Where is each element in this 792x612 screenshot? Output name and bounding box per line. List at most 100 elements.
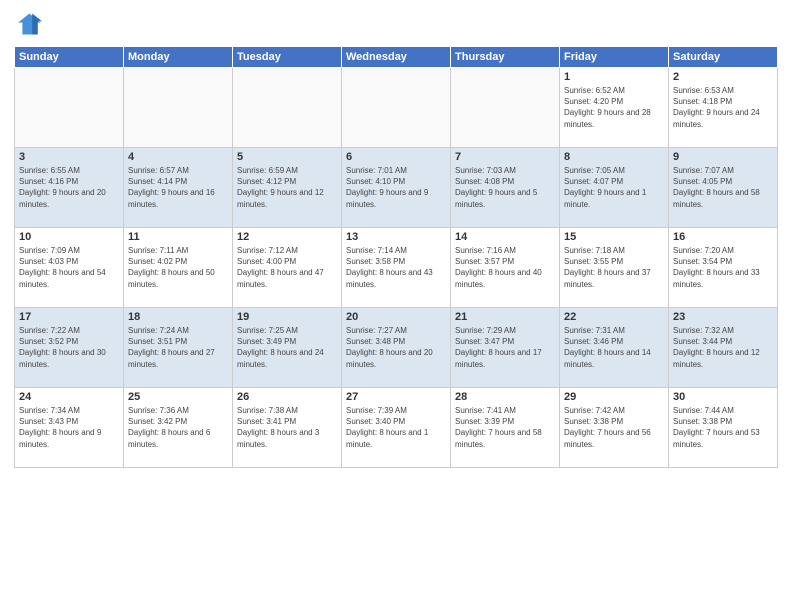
day-number: 1 xyxy=(564,71,664,83)
calendar-cell: 5 Sunrise: 6:59 AM Sunset: 4:12 PM Daylig… xyxy=(233,148,342,228)
day-info: Sunrise: 7:44 AM Sunset: 3:38 PM Dayligh… xyxy=(673,405,773,450)
col-header-sunday: Sunday xyxy=(15,47,124,68)
calendar-cell: 24 Sunrise: 7:34 AM Sunset: 3:43 PM Dayli… xyxy=(15,388,124,468)
calendar-cell: 3 Sunrise: 6:55 AM Sunset: 4:16 PM Daylig… xyxy=(15,148,124,228)
day-info: Sunrise: 7:42 AM Sunset: 3:38 PM Dayligh… xyxy=(564,405,664,450)
day-info: Sunrise: 7:34 AM Sunset: 3:43 PM Dayligh… xyxy=(19,405,119,450)
calendar-cell: 16 Sunrise: 7:20 AM Sunset: 3:54 PM Dayli… xyxy=(669,228,778,308)
day-number: 3 xyxy=(19,151,119,163)
calendar-cell: 11 Sunrise: 7:11 AM Sunset: 4:02 PM Dayli… xyxy=(124,228,233,308)
day-number: 13 xyxy=(346,231,446,243)
calendar-cell: 30 Sunrise: 7:44 AM Sunset: 3:38 PM Dayli… xyxy=(669,388,778,468)
day-number: 4 xyxy=(128,151,228,163)
calendar-cell: 2 Sunrise: 6:53 AM Sunset: 4:18 PM Daylig… xyxy=(669,68,778,148)
page: SundayMondayTuesdayWednesdayThursdayFrid… xyxy=(0,0,792,612)
day-number: 24 xyxy=(19,391,119,403)
day-info: Sunrise: 7:03 AM Sunset: 4:08 PM Dayligh… xyxy=(455,165,555,210)
day-number: 6 xyxy=(346,151,446,163)
calendar-header-row: SundayMondayTuesdayWednesdayThursdayFrid… xyxy=(15,47,778,68)
calendar-cell: 4Sunrise: 6:57 AM Sunset: 4:14 PM Daylig… xyxy=(124,148,233,228)
calendar-cell xyxy=(15,68,124,148)
day-number: 29 xyxy=(564,391,664,403)
calendar-cell: 6 Sunrise: 7:01 AM Sunset: 4:10 PM Daylig… xyxy=(342,148,451,228)
calendar-cell: 29 Sunrise: 7:42 AM Sunset: 3:38 PM Dayli… xyxy=(560,388,669,468)
day-number: 27 xyxy=(346,391,446,403)
calendar-cell: 25Sunrise: 7:36 AM Sunset: 3:42 PM Dayli… xyxy=(124,388,233,468)
day-info: Sunrise: 6:55 AM Sunset: 4:16 PM Dayligh… xyxy=(19,165,119,210)
day-info: Sunrise: 6:52 AM Sunset: 4:20 PM Dayligh… xyxy=(564,85,664,130)
day-info: Sunrise: 7:11 AM Sunset: 4:02 PM Dayligh… xyxy=(128,245,228,290)
day-info: Sunrise: 7:07 AM Sunset: 4:05 PM Dayligh… xyxy=(673,165,773,210)
col-header-wednesday: Wednesday xyxy=(342,47,451,68)
day-number: 7 xyxy=(455,151,555,163)
calendar-week-3: 10 Sunrise: 7:09 AM Sunset: 4:03 PM Dayli… xyxy=(15,228,778,308)
day-info: Sunrise: 7:20 AM Sunset: 3:54 PM Dayligh… xyxy=(673,245,773,290)
day-info: Sunrise: 7:31 AM Sunset: 3:46 PM Dayligh… xyxy=(564,325,664,370)
calendar-cell xyxy=(342,68,451,148)
day-number: 9 xyxy=(673,151,773,163)
header xyxy=(14,10,778,38)
calendar-cell: 20 Sunrise: 7:27 AM Sunset: 3:48 PM Dayli… xyxy=(342,308,451,388)
day-info: Sunrise: 7:38 AM Sunset: 3:41 PM Dayligh… xyxy=(237,405,337,450)
calendar-cell: 19Sunrise: 7:25 AM Sunset: 3:49 PM Dayli… xyxy=(233,308,342,388)
day-info: Sunrise: 7:24 AM Sunset: 3:51 PM Dayligh… xyxy=(128,325,228,370)
calendar-cell: 13 Sunrise: 7:14 AM Sunset: 3:58 PM Dayli… xyxy=(342,228,451,308)
day-number: 11 xyxy=(128,231,228,243)
day-number: 12 xyxy=(237,231,337,243)
day-number: 5 xyxy=(237,151,337,163)
day-info: Sunrise: 7:25 AM Sunset: 3:49 PM Dayligh… xyxy=(237,325,337,370)
day-number: 8 xyxy=(564,151,664,163)
day-number: 2 xyxy=(673,71,773,83)
day-info: Sunrise: 6:53 AM Sunset: 4:18 PM Dayligh… xyxy=(673,85,773,130)
day-number: 15 xyxy=(564,231,664,243)
calendar-week-2: 3 Sunrise: 6:55 AM Sunset: 4:16 PM Daylig… xyxy=(15,148,778,228)
calendar-cell: 14 Sunrise: 7:16 AM Sunset: 3:57 PM Dayli… xyxy=(451,228,560,308)
calendar-cell: 26 Sunrise: 7:38 AM Sunset: 3:41 PM Dayli… xyxy=(233,388,342,468)
day-info: Sunrise: 7:22 AM Sunset: 3:52 PM Dayligh… xyxy=(19,325,119,370)
day-info: Sunrise: 7:09 AM Sunset: 4:03 PM Dayligh… xyxy=(19,245,119,290)
day-number: 14 xyxy=(455,231,555,243)
calendar-cell: 21 Sunrise: 7:29 AM Sunset: 3:47 PM Dayli… xyxy=(451,308,560,388)
day-number: 22 xyxy=(564,311,664,323)
day-info: Sunrise: 7:18 AM Sunset: 3:55 PM Dayligh… xyxy=(564,245,664,290)
day-number: 21 xyxy=(455,311,555,323)
calendar-cell: 9 Sunrise: 7:07 AM Sunset: 4:05 PM Daylig… xyxy=(669,148,778,228)
calendar-week-4: 17 Sunrise: 7:22 AM Sunset: 3:52 PM Dayli… xyxy=(15,308,778,388)
calendar-cell: 15 Sunrise: 7:18 AM Sunset: 3:55 PM Dayli… xyxy=(560,228,669,308)
calendar-cell: 28Sunrise: 7:41 AM Sunset: 3:39 PM Dayli… xyxy=(451,388,560,468)
calendar-week-1: 1 Sunrise: 6:52 AM Sunset: 4:20 PM Daylig… xyxy=(15,68,778,148)
calendar-cell: 22 Sunrise: 7:31 AM Sunset: 3:46 PM Dayli… xyxy=(560,308,669,388)
calendar-cell: 18Sunrise: 7:24 AM Sunset: 3:51 PM Dayli… xyxy=(124,308,233,388)
logo-icon xyxy=(14,10,42,38)
col-header-tuesday: Tuesday xyxy=(233,47,342,68)
day-number: 23 xyxy=(673,311,773,323)
col-header-friday: Friday xyxy=(560,47,669,68)
day-info: Sunrise: 7:29 AM Sunset: 3:47 PM Dayligh… xyxy=(455,325,555,370)
calendar-cell: 27Sunrise: 7:39 AM Sunset: 3:40 PM Dayli… xyxy=(342,388,451,468)
day-number: 20 xyxy=(346,311,446,323)
day-info: Sunrise: 7:14 AM Sunset: 3:58 PM Dayligh… xyxy=(346,245,446,290)
day-info: Sunrise: 7:27 AM Sunset: 3:48 PM Dayligh… xyxy=(346,325,446,370)
day-number: 10 xyxy=(19,231,119,243)
calendar-cell: 23 Sunrise: 7:32 AM Sunset: 3:44 PM Dayli… xyxy=(669,308,778,388)
day-number: 16 xyxy=(673,231,773,243)
calendar-cell: 10 Sunrise: 7:09 AM Sunset: 4:03 PM Dayli… xyxy=(15,228,124,308)
col-header-saturday: Saturday xyxy=(669,47,778,68)
day-info: Sunrise: 6:59 AM Sunset: 4:12 PM Dayligh… xyxy=(237,165,337,210)
day-info: Sunrise: 7:32 AM Sunset: 3:44 PM Dayligh… xyxy=(673,325,773,370)
day-info: Sunrise: 7:12 AM Sunset: 4:00 PM Dayligh… xyxy=(237,245,337,290)
day-info: Sunrise: 7:16 AM Sunset: 3:57 PM Dayligh… xyxy=(455,245,555,290)
day-number: 26 xyxy=(237,391,337,403)
day-number: 17 xyxy=(19,311,119,323)
day-number: 25 xyxy=(128,391,228,403)
calendar-cell: 7 Sunrise: 7:03 AM Sunset: 4:08 PM Daylig… xyxy=(451,148,560,228)
calendar-cell: 12 Sunrise: 7:12 AM Sunset: 4:00 PM Dayli… xyxy=(233,228,342,308)
logo xyxy=(14,10,46,38)
day-info: Sunrise: 7:01 AM Sunset: 4:10 PM Dayligh… xyxy=(346,165,446,210)
day-number: 30 xyxy=(673,391,773,403)
calendar-cell: 17 Sunrise: 7:22 AM Sunset: 3:52 PM Dayli… xyxy=(15,308,124,388)
day-number: 28 xyxy=(455,391,555,403)
calendar-cell xyxy=(451,68,560,148)
calendar-table: SundayMondayTuesdayWednesdayThursdayFrid… xyxy=(14,46,778,468)
calendar-cell: 1 Sunrise: 6:52 AM Sunset: 4:20 PM Daylig… xyxy=(560,68,669,148)
